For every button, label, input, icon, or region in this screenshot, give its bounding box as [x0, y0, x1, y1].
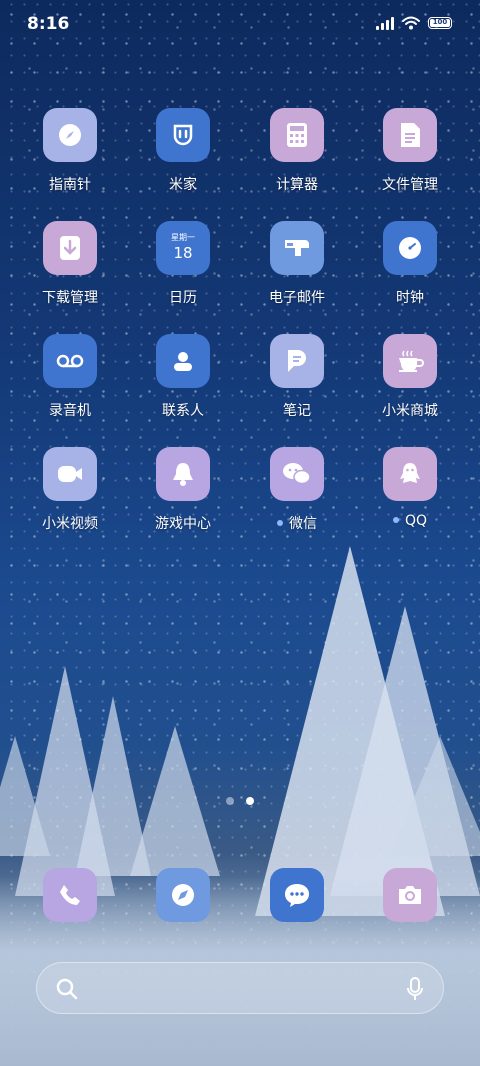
app-label: 小米商城: [382, 403, 438, 419]
mi-store-icon[interactable]: [383, 334, 437, 388]
page-dot-active[interactable]: [246, 797, 254, 805]
app-label: 米家: [169, 177, 197, 193]
app-label: 小米视频: [42, 516, 98, 532]
email-icon[interactable]: [270, 221, 324, 275]
dock-camera[interactable]: [355, 868, 465, 922]
file-manager-icon[interactable]: [383, 108, 437, 162]
app-wechat[interactable]: 微信: [242, 447, 352, 533]
notes-icon[interactable]: [270, 334, 324, 388]
app-label: 时钟: [396, 290, 424, 306]
app-label: 下载管理: [42, 290, 98, 306]
app-label: 微信: [242, 513, 352, 533]
phone-icon[interactable]: [43, 868, 97, 922]
contacts-icon[interactable]: [156, 334, 210, 388]
compass-icon[interactable]: [43, 108, 97, 162]
wechat-icon[interactable]: [270, 447, 324, 501]
app-compass[interactable]: 指南针: [15, 108, 125, 194]
browser-icon[interactable]: [156, 868, 210, 922]
video-icon[interactable]: [43, 447, 97, 501]
microphone-icon[interactable]: [405, 976, 425, 1002]
app-label-text: QQ: [404, 513, 428, 529]
battery-label: 100: [432, 18, 448, 26]
status-bar: 8:16 100: [0, 0, 480, 50]
app-notes[interactable]: 笔记: [242, 334, 352, 420]
search-icon[interactable]: [55, 977, 79, 1001]
app-label: 日历: [169, 290, 197, 306]
page-dot[interactable]: [226, 797, 234, 805]
search-bar[interactable]: [36, 962, 444, 1014]
app-calendar[interactable]: 星期一 18 日历: [128, 221, 238, 307]
page-indicator[interactable]: [0, 797, 480, 805]
dock-messages[interactable]: [242, 868, 352, 922]
clock-icon[interactable]: [383, 221, 437, 275]
app-calculator[interactable]: 计算器: [242, 108, 352, 194]
app-mi-store[interactable]: 小米商城: [355, 334, 465, 420]
camera-icon[interactable]: [383, 868, 437, 922]
app-label: 指南针: [49, 177, 91, 193]
app-label-text: 微信: [289, 516, 317, 532]
app-download-manager[interactable]: 下载管理: [15, 221, 125, 307]
calculator-icon[interactable]: [270, 108, 324, 162]
app-label: QQ: [355, 513, 465, 529]
calendar-weekday: 星期一: [171, 233, 195, 242]
app-label: 游戏中心: [155, 516, 211, 532]
status-time: 8:16: [27, 14, 70, 34]
app-clock[interactable]: 时钟: [355, 221, 465, 307]
dock-browser[interactable]: [128, 868, 238, 922]
signal-icon: [376, 16, 394, 30]
qq-icon[interactable]: [383, 447, 437, 501]
battery-icon: 100: [428, 17, 452, 29]
dock-phone[interactable]: [15, 868, 125, 922]
app-recorder[interactable]: 录音机: [15, 334, 125, 420]
app-label: 计算器: [276, 177, 318, 193]
messages-icon[interactable]: [270, 868, 324, 922]
app-file-manager[interactable]: 文件管理: [355, 108, 465, 194]
calendar-day: 18: [173, 244, 193, 262]
app-contacts[interactable]: 联系人: [128, 334, 238, 420]
app-qq[interactable]: QQ: [355, 447, 465, 529]
app-label: 电子邮件: [269, 290, 325, 306]
app-label: 联系人: [162, 403, 204, 419]
recorder-icon[interactable]: [43, 334, 97, 388]
mijia-icon[interactable]: [156, 108, 210, 162]
app-mi-video[interactable]: 小米视频: [15, 447, 125, 533]
status-icons: 100: [376, 16, 452, 30]
app-email[interactable]: 电子邮件: [242, 221, 352, 307]
app-label: 文件管理: [382, 177, 438, 193]
app-mijia[interactable]: 米家: [128, 108, 238, 194]
game-center-icon[interactable]: [156, 447, 210, 501]
calendar-icon[interactable]: 星期一 18: [156, 221, 210, 275]
app-game-center[interactable]: 游戏中心: [128, 447, 238, 533]
app-label: 录音机: [49, 403, 91, 419]
app-label: 笔记: [283, 403, 311, 419]
wifi-icon: [402, 16, 420, 30]
notification-dot: [277, 520, 283, 526]
notification-dot: [392, 517, 399, 523]
download-icon[interactable]: [43, 221, 97, 275]
